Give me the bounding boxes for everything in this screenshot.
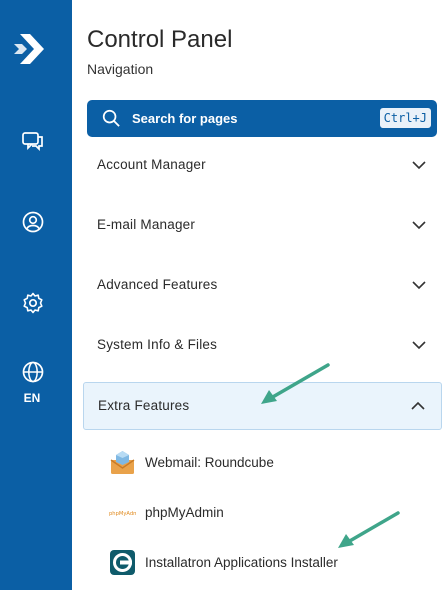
menu-item-label: Advanced Features	[97, 277, 218, 292]
search-input[interactable]: Search for pages Ctrl+J	[87, 100, 437, 137]
page-subtitle: Navigation	[87, 61, 154, 77]
globe-icon[interactable]	[21, 360, 45, 384]
language-label[interactable]: EN	[0, 391, 64, 405]
search-placeholder: Search for pages	[132, 111, 238, 126]
submenu-item-label: Installatron Applications Installer	[145, 555, 338, 570]
chat-icon[interactable]	[21, 129, 45, 153]
chevron-down-icon	[412, 221, 426, 230]
menu-item-label: Account Manager	[97, 157, 206, 172]
menu-item-email-manager[interactable]: E-mail Manager	[83, 202, 442, 250]
sidebar-rail: EN	[0, 0, 72, 590]
user-icon[interactable]	[21, 210, 45, 234]
roundcube-icon	[110, 451, 135, 474]
annotation-arrow-icon	[338, 511, 400, 548]
chevron-down-icon	[412, 161, 426, 170]
submenu-item-label: Webmail: Roundcube	[145, 455, 274, 470]
menu-item-account-manager[interactable]: Account Manager	[83, 142, 442, 190]
phpmyadmin-icon: phpMyAdmin	[109, 511, 136, 517]
logo-icon[interactable]	[14, 30, 50, 68]
installatron-icon	[110, 550, 135, 575]
chevron-down-icon	[412, 281, 426, 290]
svg-text:phpMyAdmin: phpMyAdmin	[109, 511, 136, 517]
chevron-down-icon	[412, 341, 426, 350]
gear-icon[interactable]	[21, 291, 45, 315]
chevron-up-icon	[411, 401, 425, 410]
page-title: Control Panel	[87, 26, 233, 53]
annotation-arrow-icon	[261, 363, 330, 404]
submenu-item-label: phpMyAdmin	[145, 505, 224, 520]
menu-item-label: E-mail Manager	[97, 217, 196, 232]
search-icon	[102, 109, 120, 127]
menu-item-label: Extra Features	[98, 398, 190, 413]
menu-item-advanced-features[interactable]: Advanced Features	[83, 262, 442, 310]
menu-item-label: System Info & Files	[97, 337, 218, 352]
search-shortcut-badge: Ctrl+J	[379, 108, 431, 128]
